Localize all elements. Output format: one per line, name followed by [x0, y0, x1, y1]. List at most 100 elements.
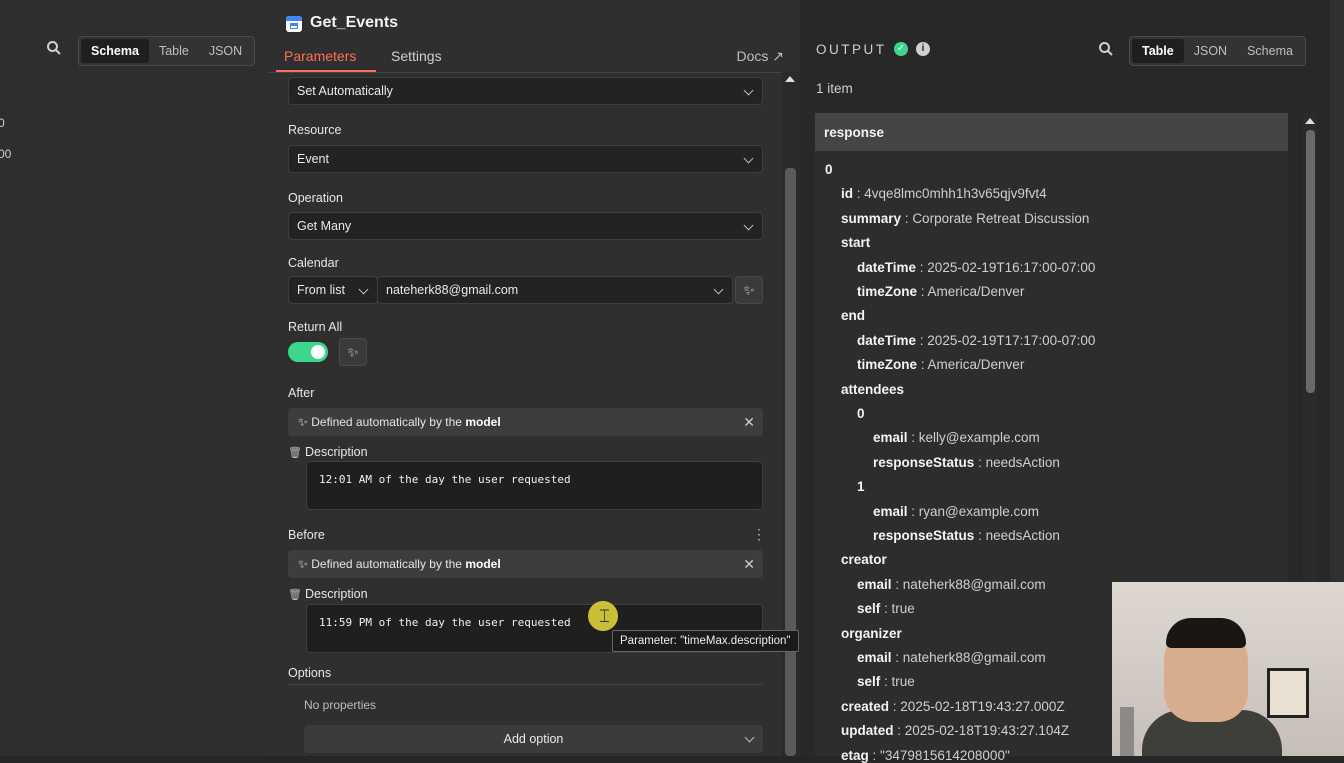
tree-row: email : nateherk88@gmail.com [857, 650, 1046, 665]
node-header: Get_Events Parameters Settings Docs ↗ [268, 0, 800, 73]
ai-sparkle-button[interactable]: ✨︎ [735, 276, 763, 304]
tree-row: 0 [857, 406, 865, 421]
tree-key: organizer [841, 625, 902, 641]
tree-row: updated : 2025-02-18T19:43:27.104Z [841, 723, 1069, 738]
calendar-select[interactable]: nateherk88@gmail.com [377, 276, 733, 304]
input-view-schema[interactable]: Schema [81, 39, 149, 63]
tree-row: timeZone : America/Denver [857, 284, 1024, 299]
tree-row: attendees [841, 382, 904, 397]
tree-key: id [841, 186, 853, 202]
tree-key: end [841, 308, 866, 324]
defined-bold: model [465, 557, 501, 571]
tree-separator: : [891, 576, 903, 592]
output-view-switch: Table JSON Schema [1129, 36, 1306, 66]
search-icon[interactable] [46, 40, 62, 60]
output-view-table[interactable]: Table [1132, 39, 1184, 63]
output-view-schema[interactable]: Schema [1237, 39, 1303, 63]
chevron-down-icon [743, 85, 754, 96]
after-defined-by-model: ✨︎ Defined automatically by the model ✕ [288, 408, 763, 436]
calendar-label: Calendar [288, 256, 339, 270]
info-icon[interactable]: i [916, 42, 930, 56]
webcam-lamp [1120, 707, 1134, 756]
tab-parameters[interactable]: Parameters [284, 48, 356, 64]
tree-key: dateTime [857, 332, 917, 348]
close-icon[interactable]: ✕ [743, 414, 755, 431]
output-title: OUTPUT [816, 42, 887, 57]
tree-separator: : [907, 430, 919, 446]
operation-label: Operation [288, 191, 343, 205]
tree-row: dateTime : 2025-02-19T16:17:00-07:00 [857, 260, 1095, 275]
tree-row: creator [841, 552, 887, 567]
options-label: Options [288, 666, 332, 680]
tree-value: ryan@example.com [918, 503, 1040, 519]
tree-row: etag : "3479815614208000" [841, 748, 1010, 763]
search-icon[interactable] [1098, 41, 1114, 61]
defined-text: Defined automatically by the [311, 415, 462, 429]
top-select[interactable]: Set Automatically [288, 77, 763, 105]
output-view-json[interactable]: JSON [1184, 39, 1237, 63]
webcam-overlay [1112, 582, 1344, 756]
output-scroll-thumb[interactable] [1306, 130, 1315, 393]
trash-icon[interactable]: 🗑︎ [288, 588, 302, 601]
after-description-input[interactable]: 12:01 AM of the day the user requested [306, 461, 763, 510]
tree-key: self [857, 674, 881, 690]
tree-key: email [857, 650, 892, 665]
params-scroll-thumb[interactable] [785, 168, 796, 756]
text-cursor-icon: ⌶ [599, 606, 610, 626]
after-description-value: 12:01 AM of the day the user requested [319, 473, 571, 486]
operation-value: Get Many [297, 219, 352, 233]
tree-row: id : 4vqe8lmc0mhh1h3v65qjv9fvt4 [841, 186, 1047, 201]
tree-separator: : [901, 210, 913, 226]
tree-value: needsAction [985, 528, 1060, 543]
scroll-up-arrow[interactable] [1305, 118, 1315, 124]
chevron-down-icon [744, 732, 755, 743]
resource-select[interactable]: Event [288, 145, 763, 173]
input-view-json[interactable]: JSON [199, 39, 252, 63]
trash-icon[interactable]: 🗑︎ [288, 446, 302, 459]
chevron-down-icon [358, 284, 369, 295]
tree-separator: : [917, 357, 928, 373]
tree-key: email [857, 576, 892, 592]
tree-value: 2025-02-19T16:17:00-07:00 [927, 259, 1096, 275]
tree-key: summary [841, 210, 902, 226]
after-description-label: Description [305, 445, 368, 459]
tab-settings[interactable]: Settings [391, 48, 442, 64]
add-option-button[interactable]: Add option [304, 725, 763, 753]
chevron-down-icon [743, 153, 754, 164]
chevron-down-icon [713, 284, 724, 295]
more-options-icon[interactable]: ⋮ [752, 526, 766, 543]
docs-link[interactable]: Docs ↗ [736, 48, 784, 65]
tree-key: dateTime [857, 259, 917, 275]
tree-separator: : [889, 698, 901, 714]
defined-bold: model [465, 415, 501, 429]
tree-row: end [841, 308, 865, 323]
tree-value: kelly@example.com [918, 430, 1040, 446]
ai-sparkle-button[interactable]: ✨︎ [339, 338, 367, 366]
input-view-table[interactable]: Table [149, 39, 199, 63]
tree-key: 1 [857, 479, 865, 495]
no-properties-text: No properties [304, 698, 377, 712]
tree-key: email [873, 430, 908, 446]
tree-separator: : [868, 747, 881, 763]
top-select-value: Set Automatically [297, 84, 393, 98]
tree-row: summary : Corporate Retreat Discussion [841, 211, 1089, 226]
tree-key: etag [841, 747, 869, 763]
node-title[interactable]: Get_Events [310, 14, 398, 32]
tree-row: self : true [857, 674, 915, 689]
tree-separator: : [916, 332, 928, 348]
tree-value: true [891, 674, 915, 690]
calendar-mode-select[interactable]: From list [288, 276, 378, 304]
tree-separator: : [917, 284, 928, 299]
tree-separator: : [974, 454, 986, 470]
operation-select[interactable]: Get Many [288, 212, 763, 240]
parameter-tooltip: Parameter: "timeMax.description" [612, 630, 799, 652]
input-panel: Schema Table JSON 0 00 [0, 0, 268, 756]
close-icon[interactable]: ✕ [743, 556, 755, 573]
tree-key: responseStatus [873, 528, 975, 543]
return-all-toggle[interactable] [288, 342, 328, 362]
tree-row: email : nateherk88@gmail.com [857, 577, 1046, 592]
tree-value: true [891, 601, 915, 617]
tree-key: timeZone [857, 284, 918, 299]
tree-separator: : [893, 723, 905, 739]
scroll-up-arrow[interactable] [785, 76, 795, 82]
